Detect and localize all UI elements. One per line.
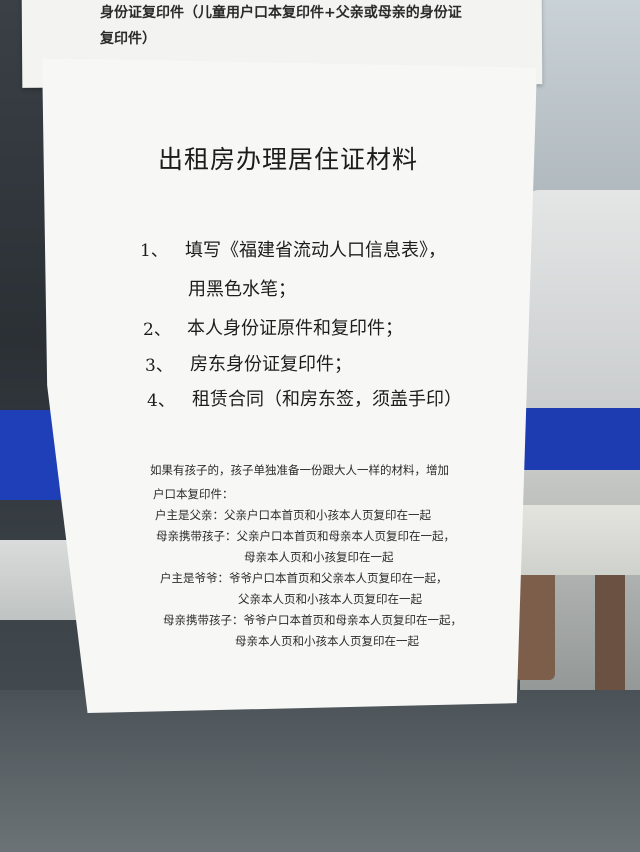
item-number: 3、 [145,356,173,376]
person-background [525,190,640,420]
white-bar [505,505,640,575]
person-leg [595,560,625,710]
note-line: 如果有孩子的，孩子单独准备一份跟大人一样的材料，增加 [150,463,449,477]
person-leg [515,560,555,680]
item-number: 1、 [140,241,168,261]
notice-title: 出租房办理居住证材料 [158,145,419,174]
requirement-item: 本人身份证原件和复印件； [187,318,403,339]
requirement-item: 租赁合同（和房东签，须盖手印） [192,389,462,410]
note-line: 母亲本人页和小孩复印在一起 [244,550,394,564]
item-number: 2、 [143,320,171,340]
note-line: 户主是父亲：父亲户口本首页和小孩本人页复印在一起 [155,508,431,522]
top-notice-line: 身份证复印件（儿童用户口本复印件+父亲或母亲的身份证 [100,5,462,21]
note-line: 母亲本人页和小孩本人页复印在一起 [235,634,419,648]
requirement-item-cont: 用黑色水笔； [188,279,296,300]
requirement-item: 填写《福建省流动人口信息表》， [185,240,446,261]
note-line: 母亲携带孩子：父亲户口本首页和母亲本人页复印在一起， [156,529,455,543]
note-line: 母亲携带孩子：爷爷户口本首页和母亲本人页复印在一起， [163,613,462,627]
note-line: 户主是爷爷：爷爷户口本首页和父亲本人页复印在一起， [160,571,448,585]
floor-reflection [0,690,640,852]
item-number: 4、 [147,391,175,411]
note-line: 户口本复印件： [153,487,234,501]
top-notice-line: 复印件） [100,31,156,47]
note-line: 父亲本人页和小孩本人页复印在一起 [238,592,422,606]
requirement-item: 房东身份证复印件； [190,354,352,375]
